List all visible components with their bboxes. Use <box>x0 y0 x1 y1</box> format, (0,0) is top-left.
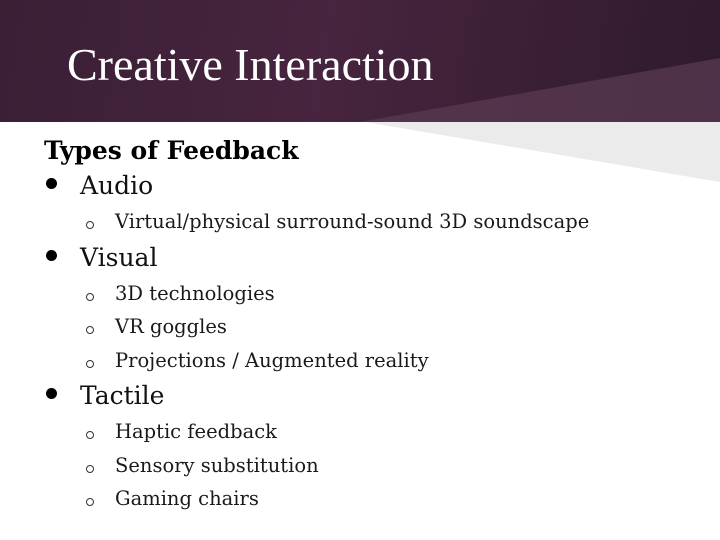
sub-bullet-label: Haptic feedback <box>115 420 277 443</box>
bullet-dot-icon <box>46 388 57 399</box>
sub-bullet-label: Gaming chairs <box>115 487 259 510</box>
hollow-circle-icon <box>86 464 94 473</box>
hollow-circle-icon <box>86 431 94 439</box>
bullet-audio: Audio <box>44 167 589 205</box>
bullet-dot-icon <box>46 178 57 189</box>
sub-bullet: Haptic feedback <box>44 415 589 449</box>
slide-title: Creative Interaction <box>67 39 434 90</box>
hollow-circle-icon <box>86 292 94 301</box>
hollow-circle-icon <box>86 221 94 229</box>
hollow-circle-icon <box>86 326 94 334</box>
sub-bullet: Sensory substitution <box>44 449 589 483</box>
sub-bullet: Virtual/physical surround-sound 3D sound… <box>44 205 589 239</box>
sub-bullet-label: 3D technologies <box>115 281 275 305</box>
sub-bullet: VR goggles <box>44 310 589 344</box>
sub-bullet: Projections / Augmented reality <box>44 344 589 378</box>
sub-bullet-label: Sensory substitution <box>115 453 319 477</box>
bullet-tactile: Tactile <box>44 377 589 415</box>
sub-bullet-label: Virtual/physical surround-sound 3D sound… <box>115 210 590 233</box>
slide-body: Types of Feedback Audio Virtual/physical… <box>44 135 589 516</box>
section-heading: Types of Feedback <box>44 136 299 165</box>
sub-bullet-label: VR goggles <box>115 315 227 338</box>
sub-bullet: 3D technologies <box>44 277 589 311</box>
hollow-circle-icon <box>86 498 94 506</box>
bullet-label: Tactile <box>80 381 165 410</box>
slide-header: Creative Interaction <box>0 0 720 122</box>
bullet-dot-icon <box>46 249 57 261</box>
bullet-visual: Visual <box>44 239 589 277</box>
bullet-label: Visual <box>80 242 158 272</box>
hollow-circle-icon <box>86 359 94 368</box>
sub-bullet-label: Projections / Augmented reality <box>115 348 429 372</box>
sub-bullet: Gaming chairs <box>44 482 589 516</box>
bullet-label: Audio <box>80 171 154 200</box>
